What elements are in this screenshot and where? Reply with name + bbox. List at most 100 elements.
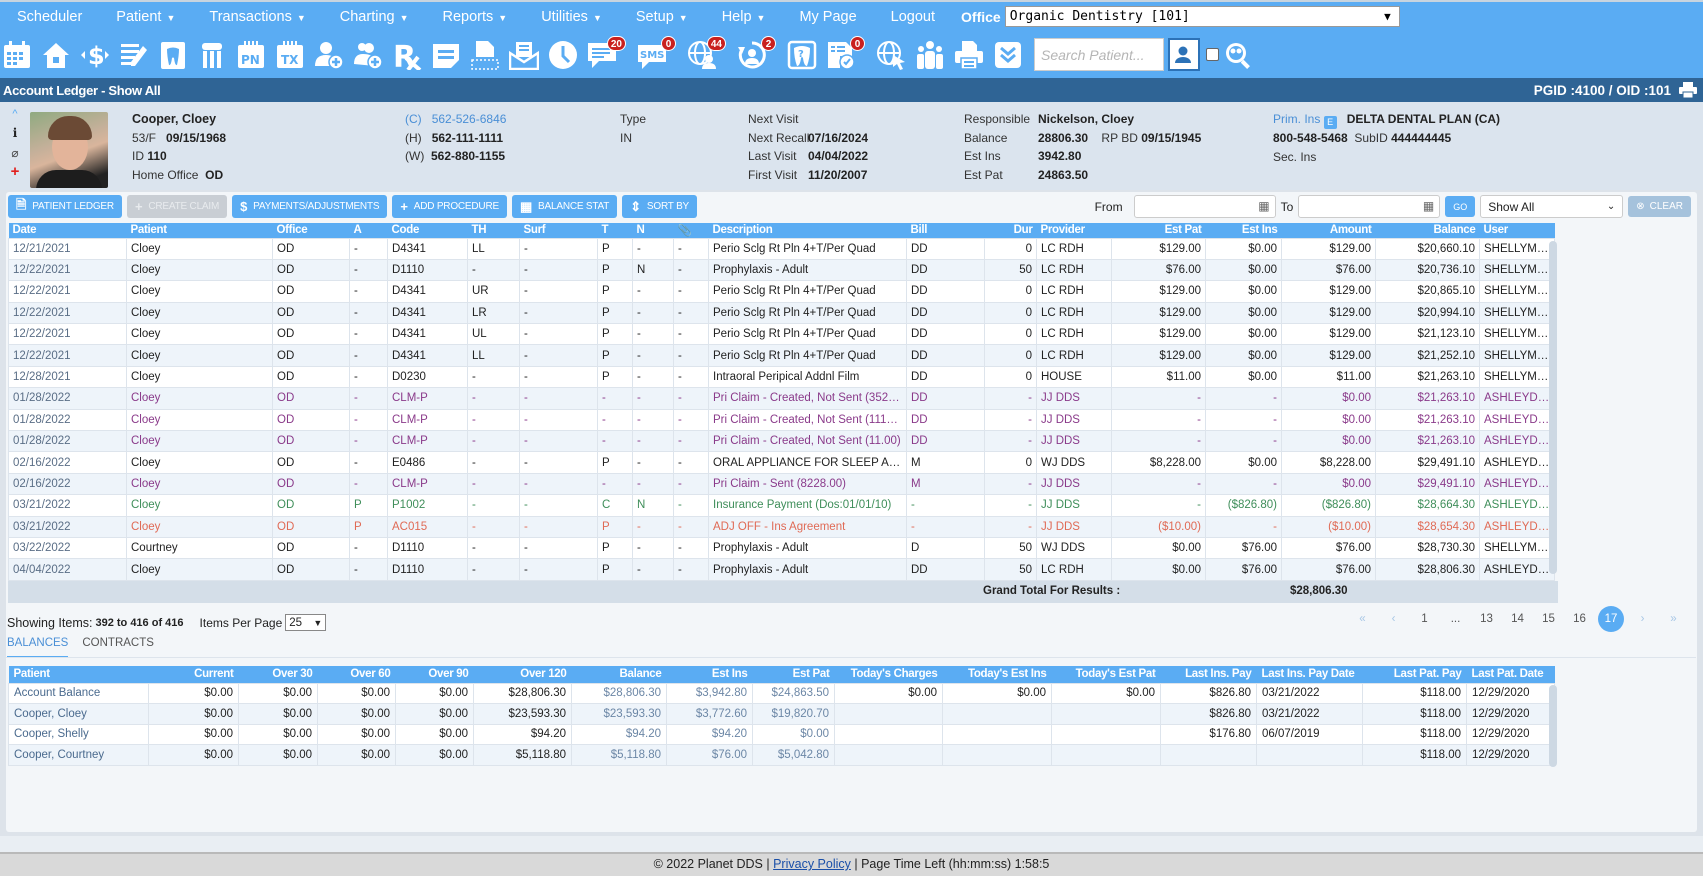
- ledger-scrollbar[interactable]: [1549, 241, 1557, 574]
- progress-notes-icon[interactable]: PN: [236, 39, 266, 71]
- tooth-chart-icon[interactable]: [158, 39, 188, 71]
- balance-patient-name[interactable]: Cooper, Shelly: [8, 723, 149, 746]
- ledger-cell-description[interactable]: ORAL APPLIANCE FOR SLEEP APN...: [708, 451, 907, 474]
- privacy-policy-link[interactable]: Privacy Policy: [773, 857, 851, 871]
- column-header[interactable]: T: [597, 223, 633, 238]
- create-claim-button[interactable]: + CREATE CLAIM: [126, 195, 228, 218]
- ledger-cell-description[interactable]: Perio Sclg Rt Pln 4+T/Per Quad: [708, 344, 907, 367]
- nav-transactions[interactable]: Transactions ▼: [209, 9, 305, 25]
- ledger-cell-description[interactable]: Perio Sclg Rt Pln 4+T/Per Quad: [708, 301, 907, 325]
- cell-phone[interactable]: 562-526-6846: [432, 112, 507, 126]
- nav-help[interactable]: Help ▼: [722, 9, 766, 25]
- sms-icon[interactable]: SMS 0: [637, 35, 676, 71]
- nav-patient[interactable]: Patient ▼: [116, 9, 175, 25]
- calendar-icon[interactable]: [2, 39, 32, 71]
- page-button[interactable]: 16: [1564, 613, 1595, 625]
- info-icon[interactable]: i: [13, 126, 18, 140]
- clear-button[interactable]: ⊗ CLEAR: [1628, 196, 1691, 217]
- ledger-cell-date[interactable]: 02/16/2022: [8, 472, 127, 496]
- ledger-cell-description[interactable]: Intraoral Peripical Addnl Film: [708, 365, 907, 389]
- search-patient-input[interactable]: Search Patient...: [1034, 38, 1164, 71]
- nav-setup[interactable]: Setup ▼: [636, 9, 688, 25]
- nav-charting[interactable]: Charting ▼: [340, 9, 409, 25]
- ledger-cell-date[interactable]: 12/22/2021: [8, 258, 127, 282]
- page-button[interactable]: 17: [1598, 606, 1624, 632]
- column-header[interactable]: Surf: [519, 223, 598, 238]
- family-search-icon[interactable]: [1223, 39, 1253, 71]
- ledger-cell-description[interactable]: Pri Claim - Created, Not Sent (1119.00): [708, 408, 907, 432]
- mail-icon[interactable]: [509, 39, 539, 71]
- collapse-up-icon[interactable]: ^: [12, 108, 17, 120]
- responsible-party[interactable]: Nickelson, Cloey: [1038, 112, 1134, 126]
- home-icon[interactable]: [41, 39, 71, 71]
- column-header[interactable]: A: [349, 223, 388, 238]
- ledger-row[interactable]: 03/21/2022 Cloey OD P AC015- - P - - ADJ OFF - In…: [8, 515, 1555, 538]
- balance-stat-button[interactable]: ▦ BALANCE STAT: [511, 195, 618, 218]
- search-patient-button[interactable]: [1168, 38, 1200, 71]
- column-header[interactable]: User: [1479, 223, 1555, 238]
- nav-my-page[interactable]: My Page: [799, 9, 856, 25]
- search-option-checkbox[interactable]: [1206, 48, 1219, 61]
- pager-nav-button[interactable]: »: [1658, 613, 1689, 625]
- ledger-cell-description[interactable]: Perio Sclg Rt Pln 4+T/Per Quad: [708, 237, 907, 260]
- dollar-transactions-icon[interactable]: $: [80, 39, 110, 71]
- page-button[interactable]: 1: [1409, 613, 1440, 625]
- medical-alert-icon[interactable]: +: [11, 164, 20, 179]
- column-header[interactable]: N: [632, 223, 674, 238]
- calendar-icon[interactable]: ▦: [1258, 199, 1269, 213]
- column-header[interactable]: Date: [8, 223, 127, 238]
- ledger-cell-description[interactable]: Pri Claim - Created, Not Sent (11.00): [708, 430, 907, 453]
- show-filter-select[interactable]: Show All ⌄: [1480, 195, 1624, 218]
- eligibility-icon[interactable]: E: [1323, 116, 1337, 129]
- ledger-row[interactable]: 03/21/2022 Cloey OD P P1002- - C N - Insurance Pa…: [8, 494, 1555, 517]
- pager-nav-button[interactable]: «: [1347, 613, 1378, 625]
- nav-utilities[interactable]: Utilities ▼: [541, 9, 602, 25]
- ledger-cell-date[interactable]: 12/22/2021: [8, 323, 127, 346]
- clock-icon[interactable]: [548, 39, 578, 71]
- forms-icon[interactable]: 0: [826, 35, 865, 71]
- column-header[interactable]: Est Pat: [1111, 223, 1206, 238]
- ledger-cell-description[interactable]: ADJ OFF - Ins Agreement: [708, 515, 907, 538]
- ledger-cell-description[interactable]: Pri Claim - Created, Not Sent (3526...: [708, 387, 907, 410]
- balance-patient-name[interactable]: Cooper, Cloey: [8, 703, 149, 725]
- ledger-cell-description[interactable]: Prophylaxis - Adult: [708, 558, 907, 581]
- page-button[interactable]: 14: [1502, 613, 1533, 625]
- ledger-cell-description[interactable]: Insurance Payment (Dos:01/01/10): [708, 494, 907, 517]
- perio-tooth-icon[interactable]: [197, 39, 227, 71]
- ledger-cell-date[interactable]: 03/21/2022: [8, 494, 127, 517]
- column-header[interactable]: Dur: [984, 223, 1037, 238]
- sort-by-button[interactable]: ⇕ SORT BY: [622, 195, 698, 218]
- column-header[interactable]: TH: [467, 223, 520, 238]
- add-procedure-button[interactable]: + ADD PROCEDURE: [392, 195, 507, 218]
- patient-ledger-button[interactable]: 🗎 PATIENT LEDGER: [8, 195, 122, 218]
- document-scan-icon[interactable]: [470, 39, 500, 71]
- page-button[interactable]: ...: [1440, 613, 1471, 625]
- ledger-row[interactable]: 02/16/2022 Cloey OD - E0486- - P - - ORAL APPLIAN…: [8, 451, 1555, 474]
- ledger-cell-date[interactable]: 12/22/2021: [8, 301, 127, 325]
- balances-scrollbar[interactable]: [1549, 685, 1557, 767]
- family-icon[interactable]: [915, 39, 945, 71]
- ledger-cell-description[interactable]: Prophylaxis - Adult: [708, 258, 907, 282]
- nav-reports[interactable]: Reports ▼: [443, 9, 508, 25]
- column-header[interactable]: 📎: [673, 223, 709, 238]
- web-patients-icon[interactable]: 44: [687, 35, 726, 71]
- payments-adjustments-button[interactable]: $ PAYMENTS/ADJUSTMENTS: [232, 195, 388, 218]
- page-button[interactable]: 15: [1533, 613, 1564, 625]
- tooth-question-icon[interactable]: ?: [787, 39, 817, 71]
- treatment-plan-icon[interactable]: TX: [275, 39, 305, 71]
- prescription-icon[interactable]: R: [392, 39, 422, 71]
- ledger-cell-date[interactable]: 02/16/2022: [8, 451, 127, 474]
- ledger-cell-date[interactable]: 03/22/2022: [8, 536, 127, 560]
- column-header[interactable]: Bill: [906, 223, 985, 238]
- ledger-cell-date[interactable]: 01/28/2022: [8, 387, 127, 410]
- balance-patient-name[interactable]: Cooper, Courtney: [8, 744, 149, 766]
- tab-balances[interactable]: BALANCES: [7, 635, 69, 658]
- items-per-page-select[interactable]: 25 ▼: [285, 614, 327, 631]
- ledger-row[interactable]: 12/22/2021 Cloey OD - D4341 LR - P - - Perio Sclg …: [8, 301, 1555, 325]
- ledger-cell-date[interactable]: 12/22/2021: [8, 280, 127, 303]
- pager-nav-button[interactable]: ›: [1627, 613, 1658, 625]
- prim-ins-label[interactable]: Prim. Ins: [1273, 112, 1320, 126]
- ledger-row[interactable]: 01/28/2022 Cloey OD - CLM-P - - - - - Pri Claim - …: [8, 430, 1555, 453]
- column-header[interactable]: Office: [272, 223, 350, 238]
- column-header[interactable]: Balance: [1375, 223, 1480, 238]
